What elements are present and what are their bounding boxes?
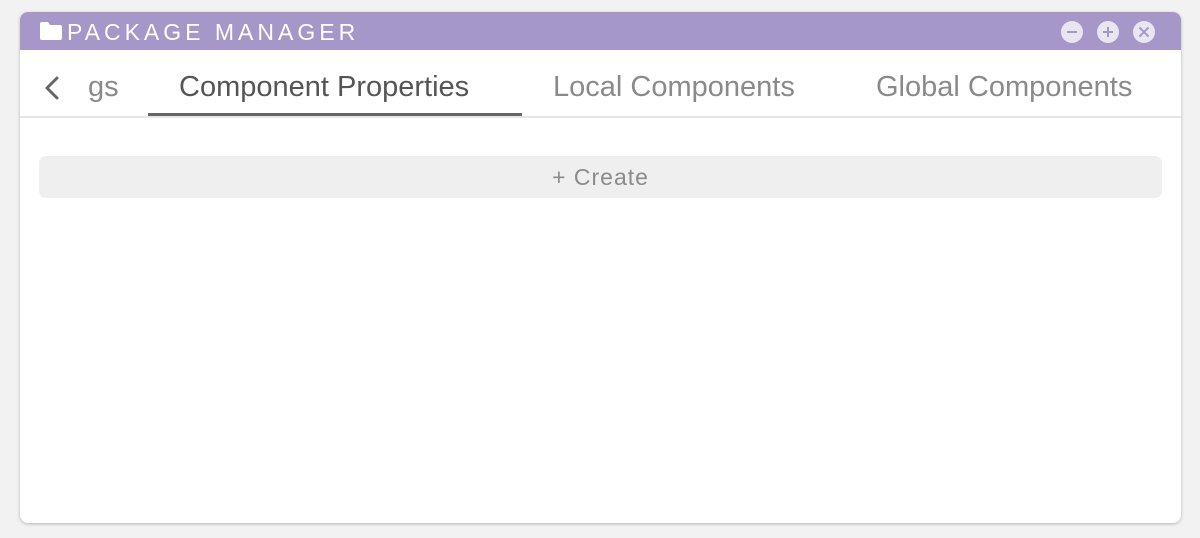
minimize-button[interactable] [1061, 21, 1083, 43]
plus-circle-icon [1103, 27, 1113, 37]
minus-circle-icon [1067, 31, 1077, 33]
tab-global-components[interactable]: Global Components [876, 50, 1132, 116]
tab-bar: gs Component Properties Local Components… [20, 50, 1181, 118]
create-button[interactable]: + Create [39, 156, 1162, 198]
package-manager-window: PACKAGE MANAGER gs Component Properties … [20, 12, 1181, 523]
chevron-left-icon[interactable] [38, 73, 68, 103]
window-title: PACKAGE MANAGER [67, 19, 360, 45]
active-tab-indicator [148, 113, 522, 116]
tab-component-properties[interactable]: Component Properties [179, 50, 469, 116]
tabs-viewport: gs Component Properties Local Components… [88, 50, 1181, 116]
tab-settings[interactable]: gs [88, 50, 119, 116]
x-circle-icon [1139, 27, 1149, 37]
titlebar[interactable]: PACKAGE MANAGER [20, 12, 1181, 50]
maximize-button[interactable] [1097, 21, 1119, 43]
close-button[interactable] [1133, 21, 1155, 43]
folder-icon [40, 22, 62, 40]
tab-local-components[interactable]: Local Components [553, 50, 795, 116]
